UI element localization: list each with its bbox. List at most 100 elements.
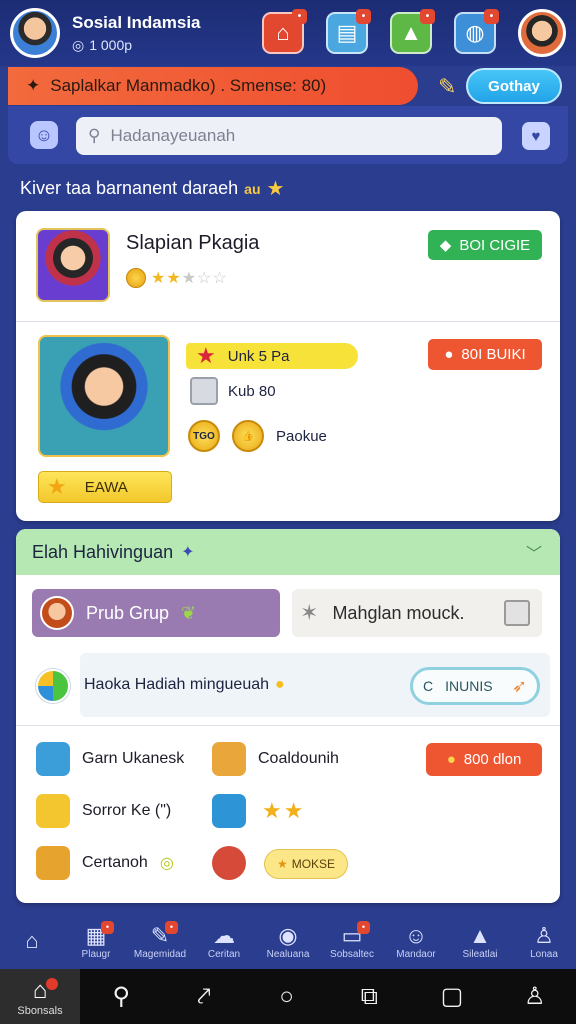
- list-item[interactable]: [212, 846, 246, 880]
- star-icon: ★: [276, 857, 288, 871]
- product-image-large[interactable]: [38, 335, 170, 457]
- nav-label: Sileatlai: [462, 948, 498, 960]
- screenshot-icon[interactable]: ⧉: [328, 983, 411, 1011]
- search-icon: ⚲: [88, 126, 101, 145]
- list-item-label: Coaldounih: [258, 750, 339, 767]
- coin-balance-value: 1 000p: [89, 37, 133, 53]
- list-item[interactable]: Coaldounih: [212, 742, 339, 776]
- bottom-nav: ⌂ ▦ • Plaugr ✎ • Magemidad ☁ Ceritan ◉ Nea…: [0, 913, 576, 969]
- share-icon[interactable]: ⤤: [163, 983, 246, 1011]
- carrot-icon: ➶: [511, 675, 527, 696]
- home-tile-button[interactable]: ⌂ •: [262, 9, 307, 54]
- hint-text: Haoka Hadiah mingueuah: [84, 676, 270, 693]
- chest-icon: [36, 846, 70, 880]
- product-image[interactable]: [36, 228, 110, 302]
- star-icon: ★: [266, 178, 285, 200]
- product-rating: ★★★☆☆: [126, 268, 228, 288]
- square-icon[interactable]: ▢: [411, 982, 494, 1011]
- price-button[interactable]: ● 800 dlon: [426, 743, 542, 776]
- system-active-label: Sbonsals: [17, 1004, 63, 1017]
- shield-icon: ◍: [465, 20, 485, 45]
- flower-icon: [36, 794, 70, 828]
- system-home-button[interactable]: ⌂ Sbonsals: [0, 969, 80, 1024]
- box-icon: [190, 377, 218, 405]
- inbox-tile-button[interactable]: ▤ •: [326, 9, 371, 54]
- brand-block: Sosial Indamsia ◎ 1 000p: [72, 13, 201, 54]
- coin-icon: ◎: [159, 855, 174, 872]
- chevron-down-icon[interactable]: ﹀: [526, 540, 542, 564]
- list-item[interactable]: Sorror Ke ("): [36, 794, 171, 828]
- box-icon: [212, 742, 246, 776]
- list-item[interactable]: Certanoh ◎: [36, 846, 174, 880]
- product-buy-label: BOI CIGIE: [459, 236, 531, 254]
- group-button[interactable]: Prub Grup ❦: [32, 589, 280, 637]
- product-order-label: 80I BUIKI: [461, 346, 526, 363]
- nav-mandaor[interactable]: ☺ Mandaor: [386, 923, 446, 960]
- nav-ceritan[interactable]: ☁ Ceritan: [194, 923, 254, 960]
- product-cta-button[interactable]: ★ EAWA: [38, 471, 172, 503]
- inbox-icon: ▤: [336, 20, 358, 45]
- search-icon[interactable]: ⚲: [80, 982, 163, 1011]
- list-item[interactable]: Garn Ukanesk: [36, 742, 184, 776]
- coin-icon: ●: [444, 346, 454, 363]
- landscape-icon: ▲: [400, 20, 422, 45]
- toggle-prefix: C: [423, 678, 434, 694]
- gift-icon: [212, 794, 246, 828]
- landscape-tile-button[interactable]: ▲ •: [390, 9, 435, 54]
- nav-label: Lonaa: [530, 948, 558, 960]
- nav-badge: •: [101, 920, 114, 934]
- product-buy-button[interactable]: ◆ BOI CIGIE: [428, 230, 542, 260]
- account-icon[interactable]: ♙: [493, 982, 576, 1011]
- smile-icon[interactable]: ☺: [30, 121, 58, 149]
- mini-action-button[interactable]: ★ MOKSE: [264, 849, 348, 879]
- second-action-label: Mahglan mouck.: [332, 602, 465, 623]
- user-avatar-button[interactable]: [518, 9, 566, 57]
- nav-label: Sobsaltec: [330, 948, 374, 960]
- group-avatar: [40, 596, 74, 630]
- product-order-button[interactable]: ● 80I BUIKI: [428, 339, 542, 370]
- lemon-icon: ●: [275, 676, 285, 693]
- top-icons: ⌂ • ▤ • ▲ • ◍ •: [262, 9, 566, 57]
- hint-toggle[interactable]: C INUNIS ➶: [410, 667, 540, 705]
- nav-sobsaltec[interactable]: ▭ • Sobsaltec: [322, 920, 382, 960]
- nav-plaugr[interactable]: ▦ • Plaugr: [66, 920, 126, 960]
- nav-home[interactable]: ⌂: [2, 928, 62, 954]
- nav-label: Nealuana: [266, 948, 310, 960]
- product-tag-label: Unk 5 Pa: [227, 347, 290, 365]
- list-item-label: Garn Ukanesk: [82, 750, 185, 767]
- product-tag: ★ Unk 5 Pa: [186, 343, 358, 369]
- app-name: Sosial Indamsia: [72, 12, 201, 32]
- search-field[interactable]: ⚲: [76, 117, 502, 155]
- coin-icon: ●: [446, 751, 456, 768]
- divider: [16, 321, 560, 322]
- two-stars: ★★: [262, 798, 306, 823]
- promo-banner[interactable]: ✦ Saplalkar Manmadko) . Smense: 80): [8, 67, 418, 105]
- bird-icon: ✦: [26, 76, 41, 95]
- toggle-label: INUNIS: [445, 678, 493, 694]
- profile-avatar[interactable]: [10, 8, 60, 58]
- app-icon: [36, 742, 70, 776]
- leaf-ball-icon: [36, 669, 70, 703]
- shield-tile-button[interactable]: ◍ •: [454, 9, 499, 54]
- home-icon: ⌂: [25, 928, 39, 953]
- heart-chat-icon[interactable]: ♥: [522, 122, 550, 150]
- face-icon: ☺: [404, 922, 428, 948]
- nav-magemidad[interactable]: ✎ • Magemidad: [130, 920, 190, 960]
- search-input[interactable]: [110, 126, 471, 146]
- promo-get-button[interactable]: Gothay: [466, 68, 562, 104]
- second-action-button[interactable]: ✶ Mahglan mouck.: [292, 589, 542, 637]
- home-circle-icon[interactable]: ○: [245, 983, 328, 1011]
- group-card-header[interactable]: Elah Hahivinguan ✦ ﹀: [16, 529, 560, 575]
- nav-sileatlai[interactable]: ▲ Sileatlai: [450, 923, 510, 960]
- home-icon: ⌂: [276, 20, 290, 45]
- nav-badge: •: [165, 920, 178, 934]
- rating-stars: ★★★☆☆: [151, 268, 228, 288]
- list-item[interactable]: [212, 794, 246, 828]
- nav-lonaa[interactable]: ♙ Lonaa: [514, 923, 574, 960]
- character-icon: [212, 846, 246, 880]
- leaf-icon: ❦: [181, 602, 197, 623]
- product-title[interactable]: Slapian Pkagia: [126, 232, 259, 255]
- coin-icon: ◎: [72, 36, 85, 53]
- nav-nealuana[interactable]: ◉ Nealuana: [258, 923, 318, 960]
- coin-balance: ◎ 1 000p: [72, 37, 201, 54]
